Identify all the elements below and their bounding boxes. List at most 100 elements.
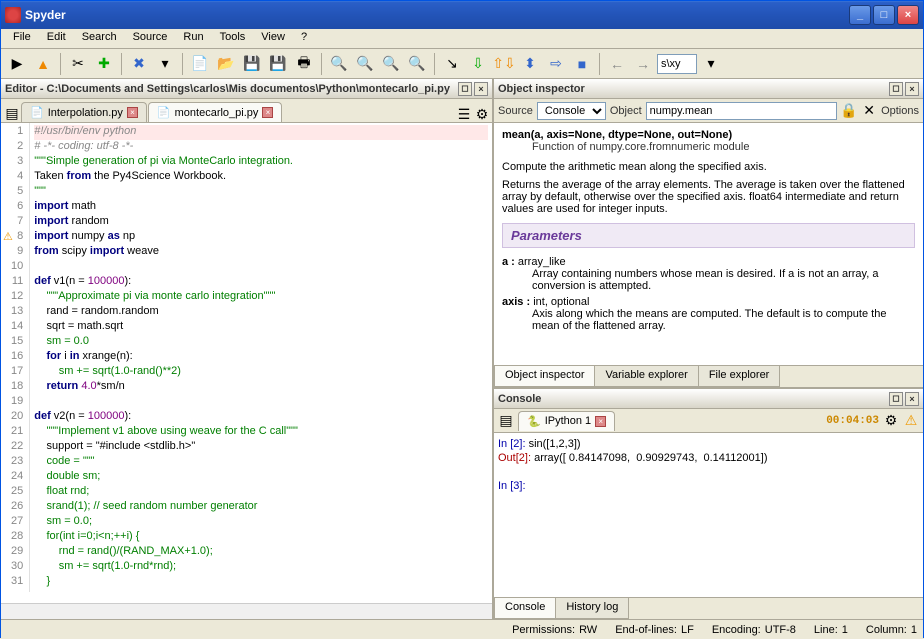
tab-ipython[interactable]: 🐍 IPython 1 × (518, 411, 615, 431)
options-icon[interactable]: ⚙ (474, 106, 490, 122)
run-selection-icon[interactable]: ▲ (31, 52, 55, 76)
new-icon[interactable]: ✚ (92, 52, 116, 76)
forward-icon[interactable]: → (631, 52, 655, 76)
tab-list-icon[interactable]: ▤ (3, 104, 21, 122)
editor-tabs: ▤ 📄 Interpolation.py × 📄 montecarlo_pi.p… (1, 99, 492, 123)
menu-run[interactable]: Run (175, 29, 211, 48)
find3-icon[interactable]: 🔍 (379, 52, 403, 76)
menu-file[interactable]: File (5, 29, 39, 48)
tab-montecarlo[interactable]: 📄 montecarlo_pi.py × (148, 102, 282, 122)
back-icon[interactable]: ← (605, 52, 629, 76)
goto-dropdown-icon[interactable]: ▾ (699, 52, 723, 76)
inspector-body: mean(a, axis=None, dtype=None, out=None)… (494, 123, 923, 365)
maximize-button[interactable]: □ (873, 5, 895, 25)
object-label: Object (610, 105, 642, 117)
source-label: Source (498, 105, 533, 117)
tab-variable-explorer[interactable]: Variable explorer (594, 366, 698, 387)
menu-help[interactable]: ? (293, 29, 315, 48)
console-output[interactable]: In [2]: sin([1,2,3]) Out[2]: array([ 0.8… (494, 433, 923, 597)
close-button[interactable]: × (897, 5, 919, 25)
inspector-pane-title: Object inspector ◻ × (494, 79, 923, 99)
main-toolbar: ▶ ▲ ✂ ✚ ✖ ▾ 📄 📂 💾 💾 🖶 🔍 🔍 🔍 🔍 ↘ ⇩ ⇧⇩ ⬍ ⇨… (1, 49, 923, 79)
tab-console[interactable]: Console (494, 598, 556, 619)
console-undock-icon[interactable]: ◻ (889, 392, 903, 406)
console-opts-icon[interactable]: ⚙ (883, 413, 899, 429)
open-icon[interactable]: 📂 (214, 52, 238, 76)
minimize-button[interactable]: _ (849, 5, 871, 25)
status-perm-value: RW (579, 624, 597, 636)
goto-input[interactable] (657, 54, 697, 74)
menu-edit[interactable]: Edit (39, 29, 74, 48)
editor-scroll-horizontal[interactable] (1, 603, 492, 619)
tab-object-inspector[interactable]: Object inspector (494, 366, 595, 387)
console-tab-close-icon[interactable]: × (595, 416, 606, 427)
menu-tools[interactable]: Tools (212, 29, 254, 48)
continue-icon[interactable]: ⇨ (544, 52, 568, 76)
outline-icon[interactable]: ☰ (456, 106, 472, 122)
menu-source[interactable]: Source (125, 29, 176, 48)
console-tab-label: IPython 1 (545, 415, 591, 427)
step-in-icon[interactable]: ⇧⇩ (492, 52, 516, 76)
param-axis: axis : int, optional Axis along which th… (502, 296, 915, 332)
step-over-icon[interactable]: ⇩ (466, 52, 490, 76)
tab-close-icon[interactable]: × (262, 107, 273, 118)
tab-history-log[interactable]: History log (555, 598, 629, 619)
clear-icon[interactable]: ✕ (861, 103, 877, 119)
find4-icon[interactable]: 🔍 (405, 52, 429, 76)
tab-file-explorer[interactable]: File explorer (698, 366, 781, 387)
run-icon[interactable]: ▶ (5, 52, 29, 76)
lock-icon[interactable]: 🔒 (841, 103, 857, 119)
print-icon[interactable]: 🖶 (292, 52, 316, 76)
menu-bar: File Edit Search Source Run Tools View ? (1, 29, 923, 49)
step-out-icon[interactable]: ⬍ (518, 52, 542, 76)
python-file-icon: 📄 (157, 106, 171, 119)
doc-subtitle: Function of numpy.core.fromnumeric modul… (502, 141, 915, 153)
python-file-icon: 📄 (30, 106, 44, 119)
status-eol-label: End-of-lines: (615, 624, 677, 636)
tab-close-icon[interactable]: × (127, 107, 138, 118)
step-icon[interactable]: ↘ (440, 52, 464, 76)
inspector-bottom-tabs: Object inspector Variable explorer File … (494, 365, 923, 387)
editor-close-icon[interactable]: × (474, 82, 488, 96)
inspector-undock-icon[interactable]: ◻ (889, 82, 903, 96)
ipython-icon: 🐍 (527, 415, 541, 428)
status-line-value: 1 (842, 624, 848, 636)
save-icon[interactable]: 💾 (240, 52, 264, 76)
new-file-icon[interactable]: 📄 (188, 52, 212, 76)
console-close-icon[interactable]: × (905, 392, 919, 406)
console-list-icon[interactable]: ▤ (498, 413, 514, 429)
doc-signature: mean(a, axis=None, dtype=None, out=None) (502, 129, 915, 141)
status-enc-value: UTF-8 (765, 624, 796, 636)
inspector-toolbar: Source Console Object 🔒 ✕ Options (494, 99, 923, 123)
dropdown-icon[interactable]: ▾ (153, 52, 177, 76)
console-timer: 00:04:03 (826, 415, 879, 427)
preferences-icon[interactable]: ✖ (127, 52, 151, 76)
console-bottom-tabs: Console History log (494, 597, 923, 619)
editor-pane-title: Editor - C:\Documents and Settings\carlo… (1, 79, 492, 99)
inspector-close-icon[interactable]: × (905, 82, 919, 96)
stop-icon[interactable]: ■ (570, 52, 594, 76)
status-enc-label: Encoding: (712, 624, 761, 636)
status-eol-value: LF (681, 624, 694, 636)
code-editor[interactable]: 1234567⚠89101112131415161718192021222324… (1, 123, 492, 603)
tab-interpolation[interactable]: 📄 Interpolation.py × (21, 102, 147, 122)
debug-icon[interactable]: ✂ (66, 52, 90, 76)
editor-path: Editor - C:\Documents and Settings\carlo… (5, 83, 456, 95)
source-select[interactable]: Console (537, 102, 606, 120)
tab-label: montecarlo_pi.py (175, 107, 259, 119)
find-file-icon[interactable]: 🔍 (353, 52, 377, 76)
object-input[interactable] (646, 102, 837, 120)
params-header: Parameters (502, 223, 915, 248)
menu-search[interactable]: Search (74, 29, 125, 48)
save-all-icon[interactable]: 💾 (266, 52, 290, 76)
status-col-label: Column: (866, 624, 907, 636)
doc-description: Returns the average of the array element… (502, 179, 915, 215)
code-text[interactable]: #!/usr/bin/env python# -*- coding: utf-8… (30, 123, 492, 592)
line-gutter: 1234567⚠89101112131415161718192021222324… (1, 123, 30, 592)
status-perm-label: Permissions: (512, 624, 575, 636)
menu-view[interactable]: View (253, 29, 293, 48)
param-a: a : array_like Array containing numbers … (502, 256, 915, 292)
options-label[interactable]: Options (881, 105, 919, 117)
editor-undock-icon[interactable]: ◻ (458, 82, 472, 96)
find-icon[interactable]: 🔍 (327, 52, 351, 76)
